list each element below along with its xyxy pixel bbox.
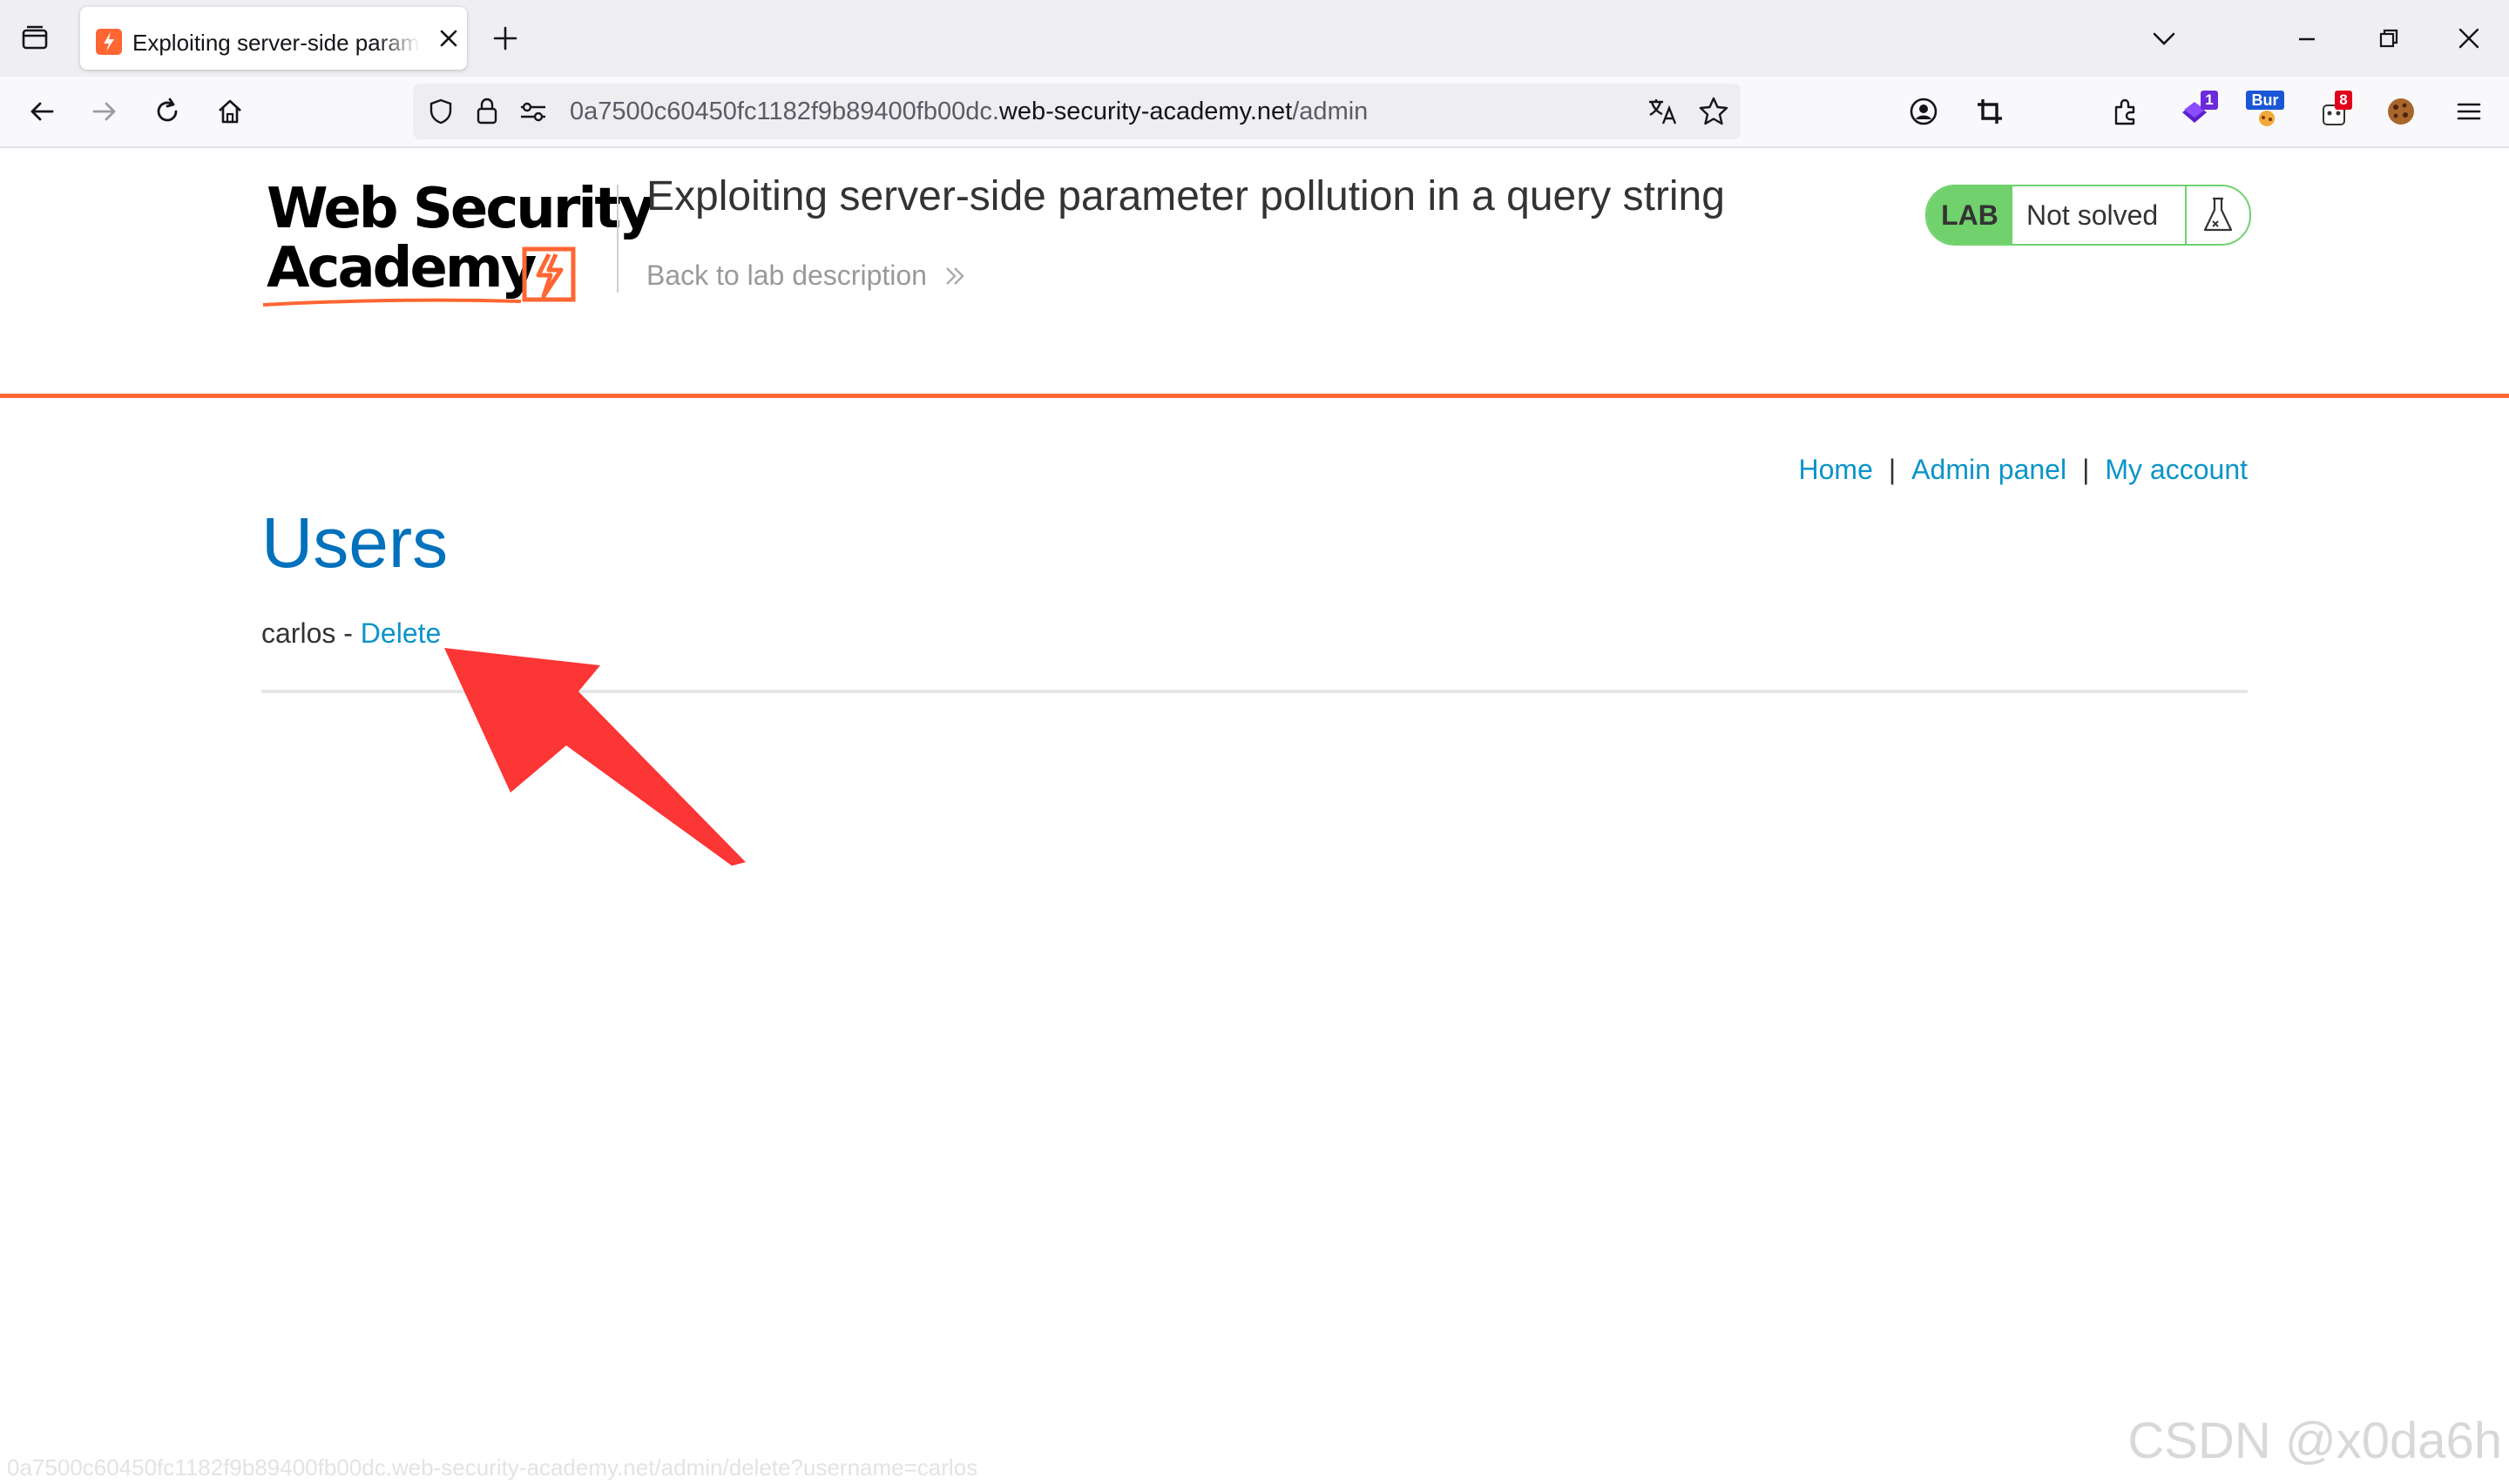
annotation-arrow-icon bbox=[444, 648, 746, 866]
nav-separator: | bbox=[2082, 454, 2090, 485]
tab-list-icon bbox=[22, 25, 48, 50]
home-icon bbox=[219, 99, 241, 124]
flask-icon bbox=[2203, 197, 2233, 232]
bookmark-star-icon[interactable] bbox=[1697, 95, 1730, 132]
close-icon bbox=[2458, 28, 2479, 49]
plus-icon bbox=[493, 26, 517, 51]
lab-status: Not solved bbox=[2026, 199, 2159, 231]
back-to-lab-description-link[interactable]: Back to lab description bbox=[646, 256, 968, 294]
top-nav: Home | Admin panel | My account bbox=[1799, 451, 2249, 488]
url-subdomain: 0a7500c60450fc1182f9b89400fb00dc. bbox=[570, 98, 999, 125]
tab-active[interactable]: Exploiting server-side parameter polluti… bbox=[80, 7, 467, 70]
list-item: carlos - Delete bbox=[261, 615, 441, 651]
hamburger-menu-icon bbox=[2457, 103, 2481, 120]
extension-burp-button[interactable]: Bur bbox=[2242, 87, 2291, 136]
burp-badge: Bur bbox=[2246, 91, 2284, 110]
chevron-down-icon bbox=[2153, 32, 2175, 45]
permissions-icon[interactable] bbox=[517, 98, 549, 130]
extension-badge: 1 bbox=[2201, 91, 2218, 110]
close-icon bbox=[440, 30, 457, 47]
translate-icon[interactable] bbox=[1647, 96, 1680, 132]
user-name: carlos bbox=[261, 617, 336, 649]
lab-status-badge: LAB Not solved bbox=[1925, 185, 2251, 246]
tab-close-button[interactable] bbox=[427, 16, 470, 61]
header-divider bbox=[617, 185, 619, 293]
list-all-tabs-button[interactable] bbox=[2140, 14, 2188, 63]
nav-home-link[interactable]: Home bbox=[1799, 454, 1873, 485]
menu-button[interactable] bbox=[2445, 87, 2493, 136]
logo-bolt-icon bbox=[522, 246, 576, 302]
watermark: CSDN @x0da6h bbox=[2127, 1413, 2502, 1469]
crop-icon bbox=[1978, 99, 2002, 124]
logo-line1: Web Security bbox=[267, 177, 655, 241]
url-text[interactable]: 0a7500c60450fc1182f9b89400fb00dc.web-sec… bbox=[570, 96, 1368, 127]
nav-separator: | bbox=[1888, 454, 1897, 485]
logo-underline bbox=[262, 298, 522, 307]
back-button[interactable] bbox=[17, 87, 66, 136]
extension-red-button[interactable]: 8 bbox=[2310, 87, 2359, 136]
double-chevron-right-icon bbox=[945, 267, 964, 285]
account-icon bbox=[1910, 98, 1938, 125]
delete-user-link[interactable]: Delete bbox=[361, 617, 442, 649]
cookie-extension-button[interactable] bbox=[2377, 87, 2425, 136]
page-title: Users bbox=[261, 503, 449, 583]
restore-button[interactable] bbox=[2364, 14, 2413, 63]
restore-icon bbox=[2379, 29, 2398, 48]
tab-list-button[interactable] bbox=[10, 14, 59, 63]
minimize-button[interactable] bbox=[2282, 14, 2331, 63]
nav-my-account-link[interactable]: My account bbox=[2105, 454, 2248, 485]
account-button[interactable] bbox=[1899, 87, 1948, 136]
lock-icon[interactable] bbox=[474, 97, 500, 131]
screenshot-button[interactable] bbox=[1965, 87, 2014, 136]
cookie-icon bbox=[2388, 98, 2414, 125]
back-link-label: Back to lab description bbox=[646, 260, 927, 291]
extension-purple-button[interactable]: 1 bbox=[2171, 87, 2220, 136]
reload-icon bbox=[157, 98, 178, 122]
burp-icon bbox=[2259, 111, 2275, 126]
lab-label: LAB bbox=[1927, 186, 2012, 244]
minimize-icon bbox=[2299, 37, 2315, 41]
forward-button[interactable] bbox=[80, 87, 129, 136]
extensions-button[interactable] bbox=[2101, 87, 2150, 136]
close-window-button[interactable] bbox=[2445, 14, 2493, 63]
badge-divider bbox=[2185, 186, 2187, 244]
favicon-icon bbox=[96, 29, 122, 55]
url-domain: web-security-academy.net bbox=[998, 98, 1293, 125]
user-separator: - bbox=[335, 617, 361, 649]
extension-badge: 8 bbox=[2335, 91, 2352, 110]
new-tab-button[interactable] bbox=[481, 14, 530, 63]
puzzle-icon bbox=[2114, 98, 2135, 125]
url-path: /admin bbox=[1292, 98, 1369, 125]
status-bar-url: 0a7500c60450fc1182f9b89400fb00dc.web-sec… bbox=[7, 1454, 978, 1481]
shield-icon[interactable] bbox=[427, 98, 455, 130]
lab-title: Exploiting server-side parameter polluti… bbox=[646, 173, 1725, 219]
arrow-left-icon bbox=[30, 102, 54, 121]
home-button[interactable] bbox=[206, 87, 254, 136]
header-rule bbox=[0, 394, 2509, 398]
browser-tab-bar: Exploiting server-side parameter polluti… bbox=[0, 0, 2509, 78]
reload-button[interactable] bbox=[143, 87, 192, 136]
tab-title: Exploiting server-side parameter polluti… bbox=[132, 30, 420, 56]
arrow-right-icon bbox=[92, 102, 116, 121]
url-bar[interactable]: 0a7500c60450fc1182f9b89400fb00dc.web-sec… bbox=[413, 84, 1741, 139]
nav-admin-panel-link[interactable]: Admin panel bbox=[1911, 454, 2066, 485]
logo-line2: Academy bbox=[267, 236, 537, 300]
